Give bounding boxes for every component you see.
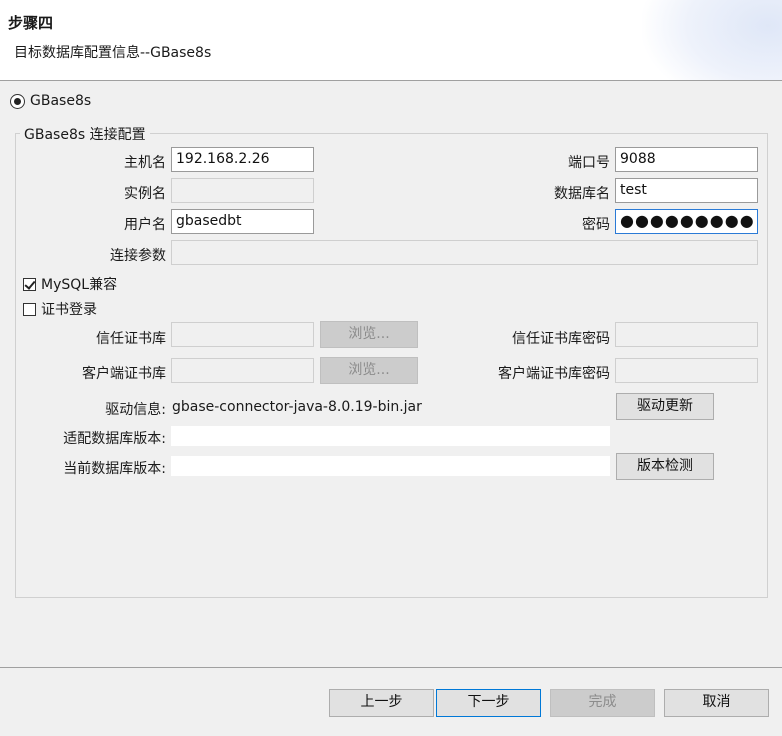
driver-label: 驱动信息: [105, 402, 166, 418]
instance-input [171, 178, 314, 203]
footer-divider [0, 667, 782, 668]
adapted-version-value [171, 426, 610, 446]
params-label: 连接参数 [110, 248, 166, 264]
trust-store-input [171, 322, 314, 347]
cert-login-label: 证书登录 [41, 302, 97, 318]
password-input[interactable]: ●●●●●●●●● [615, 209, 758, 234]
trust-store-label: 信任证书库 [96, 331, 166, 347]
db-type-radio-option[interactable]: GBase8s [10, 93, 91, 109]
current-version-label: 当前数据库版本: [63, 461, 166, 477]
client-store-password-label: 客户端证书库密码 [498, 366, 610, 382]
host-input[interactable]: 192.168.2.26 [171, 147, 314, 172]
client-store-input [171, 358, 314, 383]
connection-config-title: GBase8s 连接配置 [20, 124, 150, 144]
database-input[interactable]: test [615, 178, 758, 203]
host-label: 主机名 [124, 155, 166, 171]
wizard-header: 步骤四 目标数据库配置信息--GBase8s [0, 0, 782, 81]
header-decoration [642, 0, 782, 80]
password-label: 密码 [582, 217, 610, 233]
client-store-label: 客户端证书库 [82, 366, 166, 382]
radio-selected-icon[interactable] [10, 93, 25, 109]
current-version-value [171, 456, 610, 476]
db-type-label: GBase8s [30, 93, 92, 109]
mysql-compat-checkbox[interactable]: MySQL兼容 [23, 274, 117, 294]
cancel-button[interactable]: 取消 [664, 689, 769, 717]
instance-label: 实例名 [124, 186, 166, 202]
version-check-button[interactable]: 版本检测 [616, 453, 714, 480]
port-input[interactable]: 9088 [615, 147, 758, 172]
driver-update-button[interactable]: 驱动更新 [616, 393, 714, 420]
cert-login-checkbox[interactable]: 证书登录 [23, 299, 97, 319]
finish-button: 完成 [550, 689, 655, 717]
checkbox-checked-icon[interactable] [23, 277, 36, 291]
checkbox-unchecked-icon[interactable] [23, 302, 36, 316]
driver-value: gbase-connector-java-8.0.19-bin.jar [172, 399, 422, 415]
trust-store-password-label: 信任证书库密码 [512, 331, 610, 347]
trust-store-browse-button: 浏览... [320, 321, 418, 348]
params-input [171, 240, 758, 265]
next-button[interactable]: 下一步 [436, 689, 541, 717]
client-store-password-input [615, 358, 758, 383]
step-title: 步骤四 [8, 14, 54, 32]
trust-store-password-input [615, 322, 758, 347]
database-label: 数据库名 [554, 186, 610, 202]
adapted-version-label: 适配数据库版本: [63, 431, 166, 447]
step-subtitle: 目标数据库配置信息--GBase8s [14, 45, 212, 61]
mysql-compat-label: MySQL兼容 [41, 277, 118, 293]
prev-button[interactable]: 上一步 [329, 689, 434, 717]
port-label: 端口号 [568, 155, 610, 171]
username-label: 用户名 [124, 217, 166, 233]
username-input[interactable]: gbasedbt [171, 209, 314, 234]
client-store-browse-button: 浏览... [320, 357, 418, 384]
